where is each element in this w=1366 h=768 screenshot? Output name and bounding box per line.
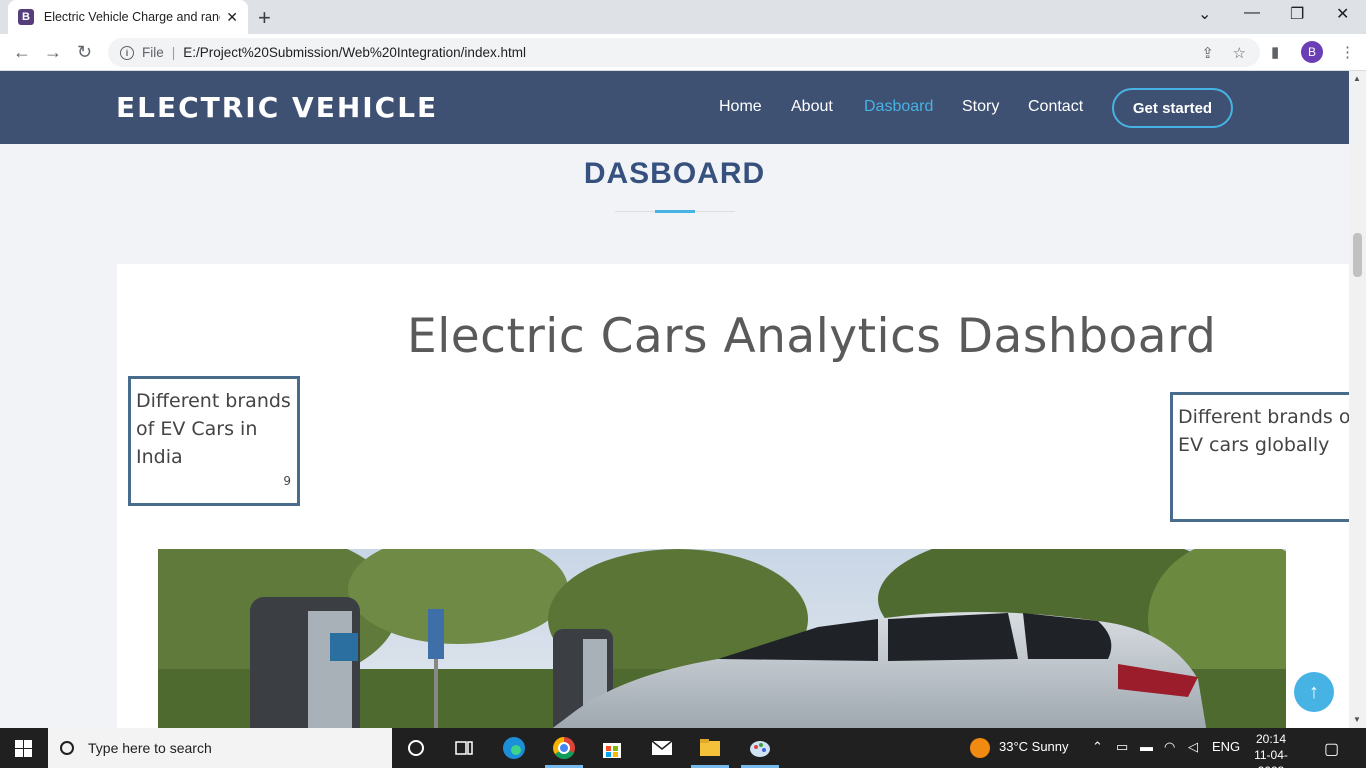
back-to-top-button[interactable]: ↑ bbox=[1294, 672, 1334, 712]
reload-icon[interactable]: ↻ bbox=[77, 42, 92, 63]
profile-avatar[interactable]: B bbox=[1301, 41, 1323, 63]
ev-charging-image bbox=[158, 549, 1286, 728]
kpi-card-india-brands[interactable]: Different brands of EV Cars in India 9 bbox=[128, 376, 300, 506]
paint-app-icon[interactable] bbox=[748, 736, 772, 760]
section-title: DASBOARD bbox=[583, 157, 766, 190]
search-placeholder: Type here to search bbox=[88, 740, 212, 756]
address-bar[interactable]: i File | E:/Project%20Submission/Web%20I… bbox=[108, 38, 1260, 67]
page-viewport: ELECTRIC VEHICLE Home About Dasboard Sto… bbox=[0, 71, 1349, 728]
edge-browser-icon[interactable] bbox=[502, 736, 526, 760]
card-value: 9 bbox=[283, 474, 291, 488]
microsoft-store-icon[interactable] bbox=[600, 736, 624, 760]
url-scheme-label: File bbox=[142, 45, 164, 60]
taskbar-clock[interactable]: 20:14 11-04-2023 bbox=[1246, 731, 1296, 768]
wifi-icon[interactable]: ◠ bbox=[1164, 739, 1175, 755]
battery-icon[interactable]: ▬ bbox=[1140, 739, 1153, 754]
forward-icon[interactable]: → bbox=[44, 42, 62, 63]
share-icon[interactable]: ⇪ bbox=[1201, 44, 1214, 62]
chrome-browser-icon[interactable] bbox=[552, 736, 576, 760]
close-window-button[interactable]: ✕ bbox=[1336, 4, 1349, 24]
notifications-icon[interactable]: ▢ bbox=[1324, 739, 1339, 759]
back-icon[interactable]: ← bbox=[13, 42, 31, 63]
show-hidden-icons-chevron-icon[interactable]: ⌃ bbox=[1092, 739, 1103, 755]
mail-icon[interactable] bbox=[650, 736, 674, 760]
site-header: ELECTRIC VEHICLE Home About Dasboard Sto… bbox=[0, 71, 1349, 144]
url-text: E:/Project%20Submission/Web%20Integratio… bbox=[183, 45, 526, 60]
weather-text[interactable]: 33°C Sunny bbox=[999, 739, 1069, 754]
restore-button[interactable]: ❐ bbox=[1290, 4, 1304, 24]
browser-tab[interactable]: B Electric Vehicle Charge and range ✕ bbox=[8, 0, 248, 34]
meet-now-icon[interactable]: ▭ bbox=[1116, 739, 1128, 755]
nav-home[interactable]: Home bbox=[719, 98, 762, 116]
new-tab-button[interactable]: + bbox=[258, 5, 271, 31]
tab-close-icon[interactable]: ✕ bbox=[226, 9, 238, 26]
volume-icon[interactable]: ◁ bbox=[1188, 739, 1198, 755]
page-scrollbar[interactable]: ▲ ▼ bbox=[1349, 71, 1366, 728]
ev-charging-photo bbox=[158, 549, 1286, 728]
title-accent-bar bbox=[655, 210, 695, 213]
scroll-thumb[interactable] bbox=[1353, 233, 1362, 277]
site-logo[interactable]: ELECTRIC VEHICLE bbox=[116, 91, 438, 124]
tab-title: Electric Vehicle Charge and range bbox=[43, 10, 221, 24]
card-label-line: EV cars globally bbox=[1178, 434, 1330, 456]
weather-sun-icon[interactable] bbox=[968, 736, 992, 760]
kpi-card-global-brands[interactable]: Different brands o EV cars globally bbox=[1170, 392, 1349, 522]
dashboard-title: Electric Cars Analytics Dashboard bbox=[407, 309, 1217, 364]
search-icon bbox=[60, 741, 74, 755]
browser-toolbar: ← → ↻ i File | E:/Project%20Submission/W… bbox=[0, 34, 1366, 71]
nav-contact[interactable]: Contact bbox=[1028, 98, 1083, 116]
nav-about[interactable]: About bbox=[791, 98, 833, 116]
menu-kebab-icon[interactable]: ⋮ bbox=[1340, 43, 1355, 61]
scroll-up-icon[interactable]: ▲ bbox=[1353, 74, 1361, 83]
cortana-icon[interactable] bbox=[404, 736, 428, 760]
browser-tab-strip: B Electric Vehicle Charge and range ✕ + … bbox=[0, 0, 1366, 34]
card-label-line: Different brands bbox=[136, 390, 291, 412]
card-label-line: Different brands o bbox=[1178, 406, 1349, 428]
scroll-down-icon[interactable]: ▼ bbox=[1353, 715, 1361, 724]
windows-taskbar: Type here to search 33°C Sunny ⌃ ▭ ▬ ◠ ◁… bbox=[0, 728, 1366, 768]
side-panel-icon[interactable]: ▮ bbox=[1271, 43, 1279, 61]
clock-date: 11-04-2023 bbox=[1254, 748, 1288, 768]
tab-search-icon[interactable]: ⌄ bbox=[1198, 4, 1211, 24]
minimize-button[interactable]: — bbox=[1244, 4, 1260, 22]
get-started-button[interactable]: Get started bbox=[1112, 88, 1233, 128]
nav-story[interactable]: Story bbox=[962, 98, 999, 116]
windows-start-icon[interactable] bbox=[15, 740, 32, 757]
bookmark-star-icon[interactable]: ☆ bbox=[1233, 44, 1246, 62]
bootstrap-favicon-icon: B bbox=[18, 9, 34, 25]
language-indicator[interactable]: ENG bbox=[1212, 739, 1240, 754]
nav-dashboard[interactable]: Dasboard bbox=[864, 98, 933, 116]
task-view-icon[interactable] bbox=[452, 736, 476, 760]
card-label-line: India bbox=[136, 446, 183, 468]
info-icon[interactable]: i bbox=[120, 45, 134, 60]
taskbar-search-box[interactable]: Type here to search bbox=[48, 728, 392, 768]
clock-time: 20:14 bbox=[1255, 732, 1287, 746]
url-separator: | bbox=[171, 45, 176, 60]
file-explorer-icon[interactable] bbox=[698, 736, 722, 760]
card-label-line: of EV Cars in bbox=[136, 418, 258, 440]
tableau-dashboard[interactable]: Electric Cars Analytics Dashboard Differ… bbox=[117, 264, 1349, 728]
